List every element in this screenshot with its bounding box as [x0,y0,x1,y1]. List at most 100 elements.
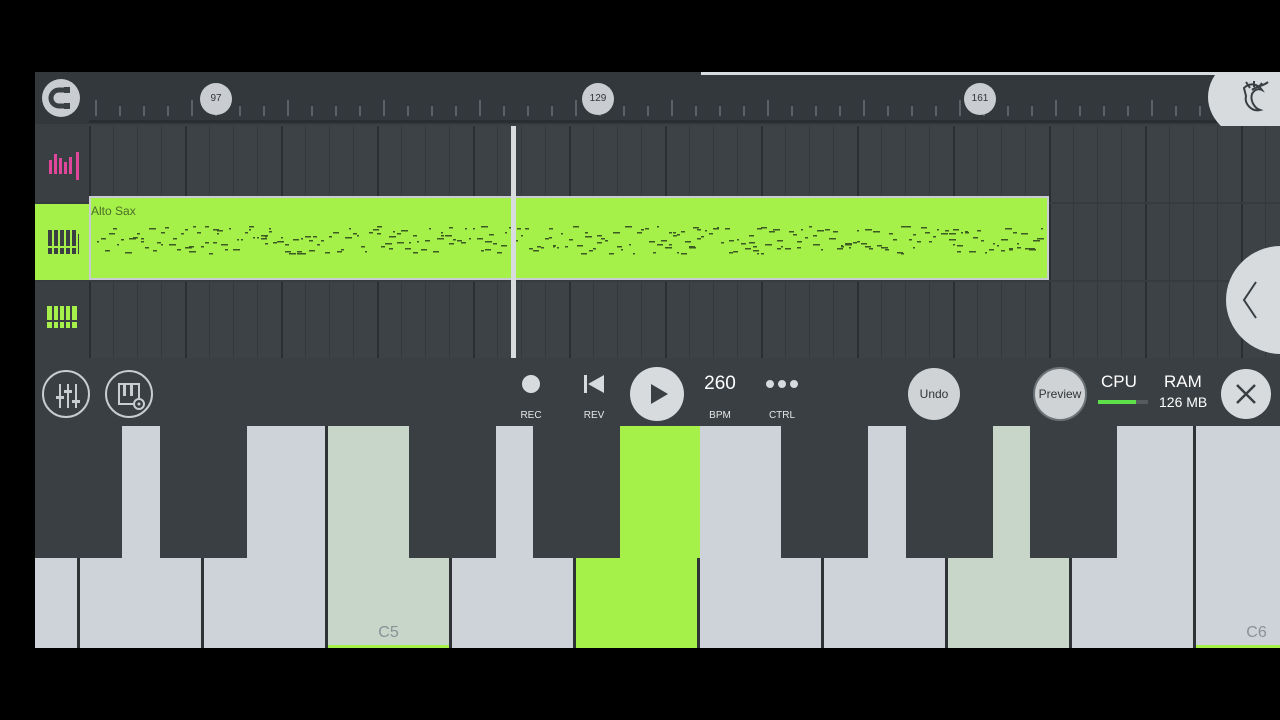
undo-button[interactable]: Undo [908,368,960,420]
black-key-g5-sharp[interactable] [906,426,993,558]
timeline-ruler[interactable]: 97 129 161 [35,72,1280,124]
grid-line [809,282,810,358]
track-header-alto-sax[interactable] [35,204,89,280]
snap-magnet-button[interactable] [42,79,80,117]
ruler-tick [455,106,457,116]
keys-icon [47,306,77,328]
track-header-keys[interactable] [35,282,89,358]
note-dash [921,227,927,229]
close-button[interactable] [1221,369,1271,419]
grid-line [689,126,690,202]
note-dash [1001,250,1005,252]
grid-line [953,282,955,358]
preview-button[interactable]: Preview [1033,367,1087,421]
pattern-clip-alto-sax[interactable]: Alto Sax [89,196,1049,280]
note-dash [485,249,491,251]
note-dash [301,253,306,255]
note-dash [701,236,704,238]
note-dash [153,250,157,252]
note-dash [721,242,724,244]
magnet-icon [48,87,70,109]
lane-keys[interactable] [89,282,1280,358]
grid-line [1025,126,1026,202]
note-dash [929,241,932,243]
black-key-f5-sharp[interactable] [781,426,868,558]
note-dash [641,229,644,231]
black-key-g4-sharp[interactable] [160,426,247,558]
lane-mixer[interactable] [89,126,1280,202]
note-dash [453,239,456,241]
note-dash [521,235,523,237]
grid-line [929,282,930,358]
daw-app: 97 129 161 Alto Sax REC REV 260 BPM CTRL… [35,72,1280,648]
white-key-c6[interactable]: C6 [1196,426,1280,648]
grid-line [737,126,738,202]
bar-marker-161[interactable]: 161 [964,83,996,115]
grid-line [1001,126,1002,202]
note-dash [413,235,417,237]
note-dash [965,231,968,233]
note-dash [573,226,579,228]
grid-line [617,282,618,358]
grid-line [689,282,690,358]
note-dash [529,248,533,250]
note-dash [749,242,755,244]
track-header-mixer[interactable] [35,126,89,202]
ruler-tick [839,106,841,116]
grid-line [785,126,786,202]
black-key-c5-sharp[interactable] [409,426,496,558]
mixer-button[interactable] [42,370,90,418]
note-dash [781,246,783,248]
note-dash [737,239,739,241]
note-dash [981,240,984,242]
black-key-d5-sharp[interactable] [533,426,620,558]
grid-line [977,282,978,358]
ctrl-button[interactable] [762,374,802,399]
note-dash [821,249,823,251]
note-dash [869,248,873,250]
note-dash [789,231,794,233]
cpu-label: CPU [1101,372,1137,391]
note-dash [261,238,267,240]
playhead[interactable] [511,126,516,358]
ruler-tick [359,106,361,116]
bar-marker-129[interactable]: 129 [582,83,614,115]
note-dash [629,226,632,228]
black-key-f4-sharp[interactable] [35,426,122,558]
grid-line [1145,204,1147,280]
ruler-tick [1151,100,1153,116]
note-dash [297,251,302,253]
grid-line [1217,282,1218,358]
tempo-value[interactable]: 260 [695,373,745,395]
note-dash [833,231,838,233]
note-dash [369,232,373,234]
grid-line [1217,126,1218,202]
note-dash [885,249,889,251]
rewind-button[interactable] [574,374,614,399]
ruler-tick [503,106,505,116]
note-dash [1033,240,1040,242]
note-dash [745,248,751,250]
note-dash [725,228,730,230]
key-label-c5: C5 [378,624,399,641]
record-button[interactable] [511,374,551,399]
black-key-a5-sharp[interactable] [1030,426,1117,558]
note-dash [577,245,583,247]
note-dash [581,253,587,255]
channel-settings-button[interactable] [105,370,153,418]
ruler-tick [335,106,337,116]
note-dash [253,237,255,239]
grid-line [329,126,330,202]
bar-marker-97[interactable]: 97 [200,83,232,115]
play-button[interactable] [630,367,684,421]
note-dash [877,245,882,247]
note-dash [597,235,602,237]
grid-line [833,282,834,358]
grid-line [1217,204,1218,280]
note-dash [237,239,239,241]
ruler-tick [767,100,769,116]
note-dash [617,246,622,248]
grid-line [1145,126,1147,202]
note-dash [377,233,381,235]
grid-line [1097,126,1098,202]
